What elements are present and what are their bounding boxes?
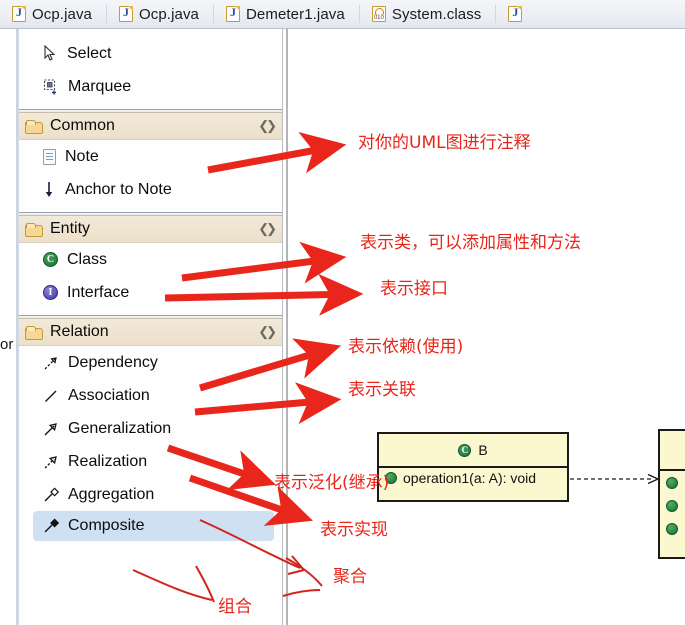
- java-file-icon: [12, 5, 26, 22]
- palette-item-note[interactable]: Note: [19, 140, 282, 173]
- association-line-icon: [43, 388, 59, 404]
- annotation-generalization: 表示泛化(继承): [274, 473, 390, 493]
- editor-tab-4[interactable]: [496, 0, 542, 29]
- palette-item-label: Class: [67, 250, 108, 268]
- palette-item-label: Composite: [68, 517, 145, 534]
- editor-tab-label: System.class: [391, 5, 482, 23]
- palette-tool-marquee[interactable]: Marquee: [19, 70, 282, 103]
- palette-group-relation[interactable]: Relation ❮❯: [19, 318, 282, 346]
- aggregation-diamond-icon: [43, 486, 60, 503]
- dependency-arrow-icon: [43, 355, 59, 371]
- java-file-icon: [119, 5, 133, 22]
- annotation-dependency: 表示依赖(使用): [348, 337, 464, 357]
- annotation-realization: 表示实现: [320, 520, 388, 540]
- uml-class-member: [660, 491, 685, 514]
- palette-item-aggregation[interactable]: Aggregation: [19, 478, 282, 511]
- realization-arrow-icon: [43, 454, 59, 470]
- marquee-select-icon: [43, 78, 59, 95]
- palette-group-entity[interactable]: Entity ❮❯: [19, 215, 282, 243]
- note-icon: [43, 148, 56, 165]
- palette-group-common[interactable]: Common ❮❯: [19, 112, 282, 140]
- java-file-icon: [226, 5, 240, 22]
- folder-icon: [25, 222, 43, 237]
- folder-icon: [25, 325, 43, 340]
- left-text-fragment: or: [0, 336, 14, 353]
- editor-tab-2[interactable]: Demeter1.java: [214, 0, 359, 29]
- annotation-aggregation: 聚合: [333, 567, 367, 587]
- uml-class-box-b[interactable]: C B operation1(a: A): void: [377, 432, 569, 502]
- palette-item-label: Note: [65, 147, 99, 165]
- palette-item-anchor-to-note[interactable]: Anchor to Note: [19, 173, 282, 206]
- editor-tab-label: Ocp.java: [139, 5, 199, 23]
- palette-item-class[interactable]: C Class: [19, 243, 282, 276]
- palette-item-realization[interactable]: Realization: [19, 445, 282, 478]
- palette-group-label: Relation: [50, 323, 109, 340]
- palette-tool-label: Marquee: [68, 77, 132, 95]
- annotation-composite: 组合: [218, 597, 252, 617]
- uml-class-box-right[interactable]: [658, 429, 685, 559]
- double-chevron-icon[interactable]: ❮❯: [258, 324, 277, 340]
- palette-item-label: Interface: [67, 283, 130, 301]
- java-file-icon: [508, 5, 523, 22]
- public-member-icon: [666, 500, 678, 512]
- double-chevron-icon[interactable]: ❮❯: [258, 221, 277, 237]
- app-window: Ocp.java Ocp.java Demeter1.java System.c…: [0, 0, 685, 625]
- uml-member-label: operation1(a: A): void: [403, 470, 537, 486]
- palette-panel: Select Marquee Common ❮❯ Note Anchor to …: [18, 29, 283, 625]
- editor-tab-label: Demeter1.java: [246, 5, 345, 23]
- palette-item-interface[interactable]: I Interface: [19, 276, 282, 309]
- anchor-arrow-icon: [43, 181, 56, 198]
- cursor-arrow-icon: [43, 45, 58, 62]
- uml-class-title: C B: [379, 434, 567, 468]
- uml-class-title: [660, 431, 685, 471]
- uml-class-operation: operation1(a: A): void: [379, 468, 567, 488]
- class-circle-icon: C: [43, 252, 58, 267]
- uml-class-member: [660, 514, 685, 537]
- palette-group-label: Entity: [50, 220, 91, 237]
- generalization-arrow-icon: [43, 421, 59, 437]
- palette-item-label: Realization: [68, 452, 148, 470]
- palette-item-label: Generalization: [68, 419, 172, 437]
- palette-item-label: Anchor to Note: [65, 180, 172, 198]
- palette-tool-label: Select: [67, 44, 112, 62]
- uml-class-member: [660, 471, 685, 491]
- uml-class-name: B: [478, 442, 488, 458]
- palette-tool-select[interactable]: Select: [19, 37, 282, 70]
- composite-diamond-icon: [43, 518, 60, 534]
- folder-icon: [25, 119, 43, 134]
- editor-tab-label: Ocp.java: [32, 5, 92, 23]
- palette-item-composite[interactable]: Composite: [33, 511, 274, 541]
- editor-tab-0[interactable]: Ocp.java: [0, 0, 106, 29]
- public-member-icon: [666, 477, 678, 489]
- palette-item-label: Dependency: [68, 353, 158, 371]
- palette-item-generalization[interactable]: Generalization: [19, 412, 282, 445]
- annotation-class: 表示类，可以添加属性和方法: [360, 233, 581, 253]
- class-circle-icon: C: [458, 443, 472, 457]
- annotation-association: 表示关联: [348, 380, 416, 400]
- palette-group-label: Common: [50, 117, 115, 134]
- palette-item-label: Aggregation: [68, 485, 155, 503]
- public-member-icon: [666, 523, 678, 535]
- double-chevron-icon[interactable]: ❮❯: [258, 118, 277, 134]
- editor-tab-1[interactable]: Ocp.java: [107, 0, 213, 29]
- interface-circle-icon: I: [43, 285, 58, 300]
- editor-tab-3[interactable]: System.class: [360, 0, 496, 29]
- palette-item-label: Association: [68, 386, 150, 404]
- annotation-note: 对你的UML图进行注释: [358, 133, 531, 153]
- editor-tab-bar: Ocp.java Ocp.java Demeter1.java System.c…: [0, 0, 685, 29]
- annotation-interface: 表示接口: [380, 279, 448, 299]
- palette-item-association[interactable]: Association: [19, 379, 282, 412]
- class-file-icon: [371, 6, 386, 22]
- palette-item-dependency[interactable]: Dependency: [19, 346, 282, 379]
